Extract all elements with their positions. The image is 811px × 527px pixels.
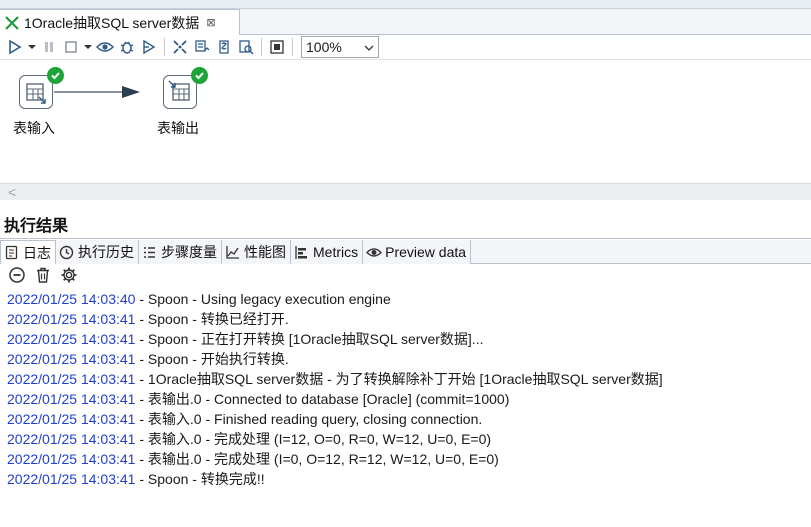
log-line: 2022/01/25 14:03:41 - Spoon - 开始执行转换. [7,349,811,369]
delete-log-icon[interactable] [34,266,52,287]
toolbar-separator [292,38,293,56]
tab-label: Preview data [385,244,467,260]
log-message: - 表输出.0 - 完成处理 (I=0, O=12, R=12, W=12, U… [135,451,499,467]
log-text-area[interactable]: 2022/01/25 14:03:40 - Spoon - Using lega… [0,289,811,527]
explore-database-icon[interactable] [235,36,257,58]
tab-label: 日志 [23,244,51,261]
hop-arrow[interactable] [54,84,164,100]
close-tab-icon[interactable]: ⊠ [206,16,215,29]
log-line: 2022/01/25 14:03:41 - 表输出.0 - 完成处理 (I=0,… [7,449,811,469]
toolbar-separator [261,38,262,56]
log-message: - 1Oracle抽取SQL server数据 - 为了转换解除补丁开始 [1O… [135,371,663,387]
history-icon [59,245,74,260]
log-icon [4,245,19,260]
zoom-select[interactable]: 100% [301,36,379,58]
preview-icon[interactable] [94,36,116,58]
verify-icon[interactable] [169,36,191,58]
table-output-icon [168,80,190,101]
tab-step-metrics[interactable]: 步骤度量 [139,240,222,264]
replay-icon[interactable] [138,36,160,58]
step-label: 表输出 [157,120,199,136]
impact-analysis-icon[interactable] [191,36,213,58]
tab-performance-chart[interactable]: 性能图 [222,240,291,264]
toolbar-separator [164,38,165,56]
chevron-down-icon [364,39,374,55]
canvas-horizontal-scrollbar[interactable]: < [0,183,811,200]
log-message: - 表输入.0 - Finished reading query, closin… [135,411,483,427]
log-message: - 表输入.0 - 完成处理 (I=12, O=0, R=0, W=12, U=… [135,431,492,447]
window-top-strip [0,0,811,9]
success-check-icon [191,67,208,84]
pause-icon[interactable] [38,36,60,58]
log-timestamp: 2022/01/25 14:03:41 [7,451,136,467]
log-toolbar [0,265,811,287]
log-line: 2022/01/25 14:03:40 - Spoon - Using lega… [7,289,811,309]
clear-log-icon[interactable] [8,266,26,287]
results-tab-bar: 日志 执行历史 步骤度量 性能图 Metrics Preview data [0,240,811,264]
transformation-icon [4,15,20,31]
log-message: - Spoon - Using legacy execution engine [135,291,391,307]
show-results-icon[interactable] [266,36,288,58]
preview-eye-icon [366,245,383,260]
editor-tab-title: 1Oracle抽取SQL server数据 [24,14,200,31]
log-line: 2022/01/25 14:03:41 - Spoon - 转换完成!! [7,469,811,489]
log-line: 2022/01/25 14:03:41 - 表输出.0 - Connected … [7,389,811,409]
tab-label: 步骤度量 [161,244,217,260]
success-check-icon [47,67,64,84]
tab-label: Metrics [313,244,359,260]
log-line: 2022/01/25 14:03:41 - 表输入.0 - Finished r… [7,409,811,429]
tab-preview-data[interactable]: Preview data [363,240,472,264]
log-message: - 表输出.0 - Connected to database [Oracle]… [135,391,510,407]
log-message: - Spoon - 转换完成!! [135,471,265,487]
run-icon[interactable] [4,36,26,58]
tab-label: 性能图 [244,244,286,260]
log-message: - Spoon - 转换已经打开. [135,311,289,327]
transformation-canvas[interactable]: 表输入 表输出 [0,59,811,183]
tab-log[interactable]: 日志 [0,240,56,264]
tab-label: 执行历史 [78,244,134,260]
performance-chart-icon [225,245,240,260]
scroll-left-icon[interactable]: < [8,184,16,200]
step-label: 表输入 [13,120,55,136]
log-line: 2022/01/25 14:03:41 - Spoon - 转换已经打开. [7,309,811,329]
tab-metrics[interactable]: Metrics [291,240,364,264]
editor-tab-transformation[interactable]: 1Oracle抽取SQL server数据 ⊠ [0,9,240,35]
log-message: - Spoon - 正在打开转换 [1Oracle抽取SQL server数据]… [135,331,484,347]
debug-icon[interactable] [116,36,138,58]
log-line: 2022/01/25 14:03:41 - 表输入.0 - 完成处理 (I=12… [7,429,811,449]
table-input-icon [26,83,46,104]
generate-sql-icon[interactable] [213,36,235,58]
log-timestamp: 2022/01/25 14:03:41 [7,391,136,407]
log-timestamp: 2022/01/25 14:03:41 [7,331,136,347]
zoom-value: 100% [306,39,342,55]
log-timestamp: 2022/01/25 14:03:41 [7,371,136,387]
log-message: - Spoon - 开始执行转换. [135,351,289,367]
log-timestamp: 2022/01/25 14:03:41 [7,411,136,427]
log-timestamp: 2022/01/25 14:03:41 [7,431,136,447]
stop-icon[interactable] [60,36,82,58]
transformation-toolbar: 100% [0,35,811,59]
log-timestamp: 2022/01/25 14:03:41 [7,351,136,367]
editor-tab-bar: 1Oracle抽取SQL server数据 ⊠ [0,9,811,35]
execution-results-panel: 日志 执行历史 步骤度量 性能图 Metrics Preview data 20… [0,238,811,527]
step-metrics-icon [142,245,157,260]
tab-execution-history[interactable]: 执行历史 [56,240,139,264]
log-timestamp: 2022/01/25 14:03:40 [7,291,136,307]
log-settings-gear-icon[interactable] [60,266,78,287]
results-title: 执行结果 [4,218,69,235]
log-timestamp: 2022/01/25 14:03:41 [7,311,136,327]
metrics-icon [294,245,309,260]
log-line: 2022/01/25 14:03:41 - Spoon - 正在打开转换 [1O… [7,329,811,349]
run-options-dropdown-icon[interactable] [26,36,38,58]
log-timestamp: 2022/01/25 14:03:41 [7,471,136,487]
stop-options-dropdown-icon[interactable] [82,36,94,58]
log-line: 2022/01/25 14:03:41 - 1Oracle抽取SQL serve… [7,369,811,389]
